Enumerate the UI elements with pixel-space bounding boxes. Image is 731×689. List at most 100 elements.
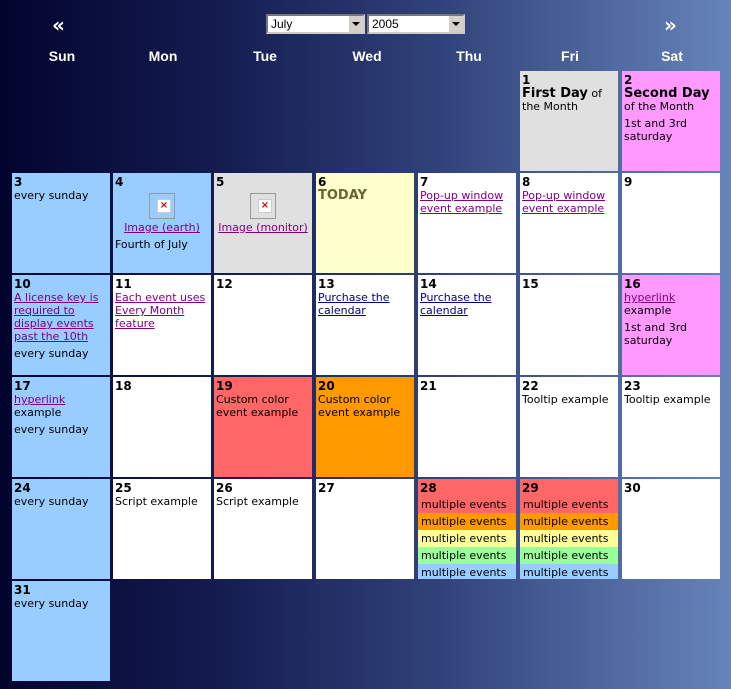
event-text: multiple events (418, 530, 516, 547)
month-select[interactable]: July (266, 14, 365, 34)
day-number: 15 (522, 277, 539, 291)
day-number: 27 (318, 481, 335, 495)
event-link[interactable]: hyperlink (14, 393, 108, 406)
next-month-button[interactable]: » (664, 14, 677, 36)
event-text: multiple events (418, 513, 516, 530)
day-cell-19[interactable]: 19 Custom color event example (214, 377, 312, 477)
event-text: multiple events (520, 547, 618, 564)
day-cell-12[interactable]: 12 (214, 275, 312, 375)
day-cell-3[interactable]: 3 every sunday (12, 173, 110, 273)
event-text: 1st and 3rd saturday (624, 117, 688, 143)
event-text: Custom color event example (216, 393, 299, 419)
day-cell-29[interactable]: 29 multiple events multiple events multi… (520, 479, 618, 579)
event-text: 1st and 3rd saturday (624, 321, 688, 347)
day-cell-25[interactable]: 25 Script example (113, 479, 211, 579)
day-cell-1[interactable]: 1 First Day of the Month (520, 71, 618, 171)
day-cell-5[interactable]: 5 Image (monitor) (214, 173, 312, 273)
event-text: example (14, 406, 62, 419)
year-select[interactable]: 2005 (367, 14, 465, 34)
day-cell-14[interactable]: 14 Purchase the calendar (418, 275, 516, 375)
weekday-header-mon: Mon (148, 48, 178, 64)
event-link[interactable]: Image (earth) (115, 221, 209, 234)
day-cell-22[interactable]: 22 Tooltip example (520, 377, 618, 477)
day-number: 22 (522, 379, 539, 393)
day-number: 6 (318, 175, 327, 189)
script-event[interactable]: Script example (115, 495, 209, 508)
tooltip-event[interactable]: Tooltip example (522, 393, 616, 406)
day-number: 28 (420, 481, 437, 495)
day-number: 9 (624, 175, 633, 189)
day-cell-15[interactable]: 15 (520, 275, 618, 375)
day-cell-9[interactable]: 9 (622, 173, 720, 273)
day-number: 16 (624, 277, 641, 291)
event-link[interactable]: Pop-up window event example (420, 189, 514, 215)
day-number: 30 (624, 481, 641, 495)
prev-month-button[interactable]: « (52, 14, 65, 36)
day-cell-6[interactable]: 6 TODAY (316, 173, 414, 273)
day-number: 14 (420, 277, 437, 291)
day-number: 26 (216, 481, 233, 495)
event-text: multiple events (418, 547, 516, 564)
dropdown-arrow-icon[interactable] (448, 16, 463, 32)
day-number: 20 (318, 379, 335, 393)
day-number: 17 (14, 379, 31, 393)
day-number: 3 (14, 175, 23, 189)
day-number: 24 (14, 481, 31, 495)
day-cell-28[interactable]: 28 multiple events multiple events multi… (418, 479, 516, 579)
day-number: 29 (522, 481, 539, 495)
day-number: 13 (318, 277, 335, 291)
day-cell-17[interactable]: 17 hyperlink example every sunday (12, 377, 110, 477)
calendar-header: « July 2005 » Sun Mon Tue Wed Thu Fri Sa… (0, 0, 731, 70)
day-cell-8[interactable]: 8 Pop-up window event example (520, 173, 618, 273)
dropdown-arrow-icon[interactable] (348, 16, 363, 32)
event-text: multiple events (520, 513, 618, 530)
day-cell-27[interactable]: 27 (316, 479, 414, 579)
day-number: 21 (420, 379, 437, 393)
script-event[interactable]: Script example (216, 495, 310, 508)
day-number: 5 (216, 175, 225, 189)
event-link[interactable]: Each event uses Every Month feature (115, 291, 209, 330)
day-number: 4 (115, 175, 124, 189)
day-cell-7[interactable]: 7 Pop-up window event example (418, 173, 516, 273)
day-cell-31[interactable]: 31 every sunday (12, 581, 110, 681)
event-title: Second Day (624, 86, 710, 101)
year-select-value: 2005 (372, 17, 399, 31)
event-link[interactable]: Pop-up window event example (522, 189, 616, 215)
weekday-header-tue: Tue (253, 48, 277, 64)
event-text: every sunday (14, 495, 89, 508)
day-cell-4[interactable]: 4 Image (earth) Fourth of July (113, 173, 211, 273)
event-link[interactable]: A license key is required to display eve… (14, 291, 108, 343)
weekday-header-wed: Wed (352, 48, 382, 64)
event-link[interactable]: Purchase the calendar (420, 291, 514, 317)
day-cell-30[interactable]: 30 (622, 479, 720, 579)
day-cell-10[interactable]: 10 A license key is required to display … (12, 275, 110, 375)
event-link[interactable]: Purchase the calendar (318, 291, 412, 317)
day-cell-23[interactable]: 23 Tooltip example (622, 377, 720, 477)
day-cell-21[interactable]: 21 (418, 377, 516, 477)
event-link[interactable]: hyperlink (624, 291, 718, 304)
weekday-header-fri: Fri (561, 48, 579, 64)
event-text: every sunday (14, 347, 89, 360)
event-text: multiple events (520, 530, 618, 547)
day-cell-20[interactable]: 20 Custom color event example (316, 377, 414, 477)
day-cell-13[interactable]: 13 Purchase the calendar (316, 275, 414, 375)
event-text: every sunday (14, 189, 89, 202)
day-cell-2[interactable]: 2 Second Day of the Month 1st and 3rd sat… (622, 71, 720, 171)
event-text: Fourth of July (115, 238, 188, 251)
weekday-header-thu: Thu (456, 48, 482, 64)
day-cell-11[interactable]: 11 Each event uses Every Month feature (113, 275, 211, 375)
day-cell-24[interactable]: 24 every sunday (12, 479, 110, 579)
event-text: of the Month (624, 100, 695, 113)
day-cell-18[interactable]: 18 (113, 377, 211, 477)
broken-image-icon (250, 193, 276, 219)
day-number: 23 (624, 379, 641, 393)
day-cell-26[interactable]: 26 Script example (214, 479, 312, 579)
day-cell-16[interactable]: 16 hyperlink example 1st and 3rd saturday (622, 275, 720, 375)
tooltip-event[interactable]: Tooltip example (624, 393, 718, 406)
day-number: 18 (115, 379, 132, 393)
today-label: TODAY (318, 188, 367, 203)
weekday-header-sun: Sun (48, 48, 76, 64)
event-text: every sunday (14, 423, 89, 436)
event-link[interactable]: Image (monitor) (216, 221, 310, 234)
day-number: 31 (14, 583, 31, 597)
